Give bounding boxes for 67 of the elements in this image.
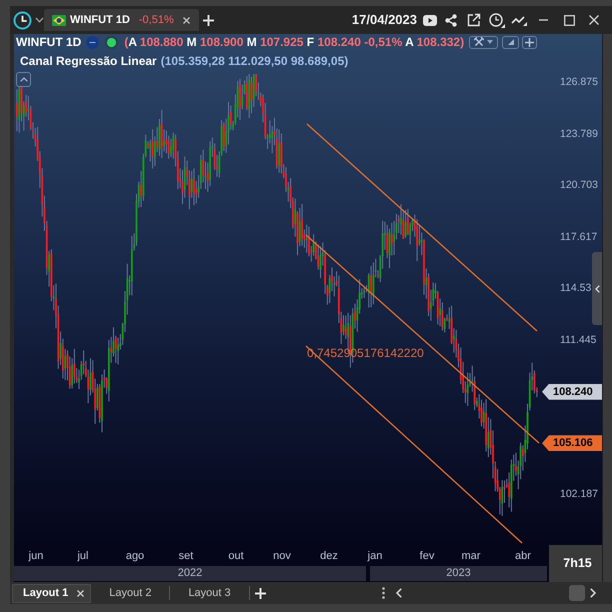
- kebab-icon[interactable]: [382, 587, 385, 599]
- scroll-thumb[interactable]: [568, 585, 585, 601]
- month-label: set: [178, 549, 194, 563]
- chevron-up-icon: [20, 77, 28, 82]
- caret-down-icon[interactable]: [35, 17, 44, 23]
- status-dot-icon: [105, 36, 118, 48]
- close-icon[interactable]: [77, 590, 84, 596]
- tools-icon: [474, 37, 484, 47]
- chevron-left-icon[interactable]: [396, 588, 402, 598]
- price-label: 126.875: [560, 76, 598, 90]
- indicator-values: (105.359,28 112.029,50 98.689,05): [160, 54, 348, 68]
- channel-price-tag: 105.106: [542, 435, 602, 452]
- trend-icon[interactable]: [511, 14, 527, 26]
- chevron-left-icon: [594, 284, 600, 292]
- price-label: 117.617: [560, 230, 598, 244]
- plus-icon[interactable]: [202, 14, 214, 26]
- indicator-name: Canal Regressão Linear: [20, 54, 157, 68]
- close-icon[interactable]: [589, 15, 599, 25]
- month-label: fev: [420, 549, 434, 563]
- price-label: 123.789: [560, 128, 598, 141]
- symbol-name: WINFUT 1D: [16, 34, 82, 50]
- layout-tab[interactable]: Layout 1: [12, 584, 92, 602]
- last-price-tag: 108.240: [542, 384, 602, 400]
- maximize-icon[interactable]: [564, 14, 575, 26]
- month-label: abr: [515, 549, 531, 563]
- month-label: mar: [462, 549, 480, 563]
- month-label: jan: [368, 549, 382, 563]
- clock-icon[interactable]: [489, 12, 505, 28]
- month-label: jun: [28, 549, 44, 563]
- chart-option-button[interactable]: [502, 36, 520, 48]
- symbol-tab[interactable]: WINFUT 1D -0,51%: [44, 9, 199, 31]
- layout-tab[interactable]: Layout 3: [188, 586, 231, 600]
- price-label: 102.187: [560, 488, 598, 502]
- clock-icon[interactable]: [13, 10, 32, 30]
- month-label: ago: [126, 549, 144, 563]
- chart-date: 17/04/2023: [352, 12, 417, 28]
- add-indicator-button[interactable]: [522, 36, 538, 48]
- month-label: dez: [320, 549, 338, 563]
- ohlc-quote: (A 108.880 M 108.900 M 107.925 F 108.240 -0,51% A 108.332): [124, 34, 464, 50]
- channel-line[interactable]: [306, 124, 538, 332]
- price-label: 114.53: [560, 282, 592, 296]
- month-label: out: [228, 549, 244, 563]
- play-icon[interactable]: [423, 14, 437, 26]
- countdown-label: 7h15: [549, 545, 602, 582]
- year-label: 2022: [14, 566, 366, 581]
- logo-icon: [86, 36, 100, 48]
- plus-icon: [525, 38, 534, 46]
- close-icon[interactable]: [182, 16, 190, 24]
- month-label: nov: [273, 549, 291, 563]
- caret-down-icon: [487, 40, 494, 44]
- month-label: jul: [78, 549, 88, 563]
- triangle-icon: [508, 39, 514, 45]
- chevron-right-icon[interactable]: [590, 588, 596, 598]
- popout-icon[interactable]: [467, 13, 481, 27]
- collapse-handle[interactable]: [592, 252, 602, 325]
- price-label: 111.445: [560, 334, 596, 347]
- price-label: 120.703: [560, 179, 598, 192]
- channel-line[interactable]: [306, 346, 522, 544]
- year-label: 2023: [370, 566, 547, 581]
- plus-icon[interactable]: [254, 588, 266, 598]
- channel-line[interactable]: [306, 234, 540, 444]
- share-icon[interactable]: [445, 14, 457, 26]
- minimize-icon[interactable]: [539, 19, 548, 21]
- tools-dropdown-button[interactable]: [469, 36, 498, 48]
- collapse-button[interactable]: [16, 72, 31, 87]
- layout-tab[interactable]: Layout 2: [109, 586, 152, 600]
- flag-icon: [52, 14, 66, 26]
